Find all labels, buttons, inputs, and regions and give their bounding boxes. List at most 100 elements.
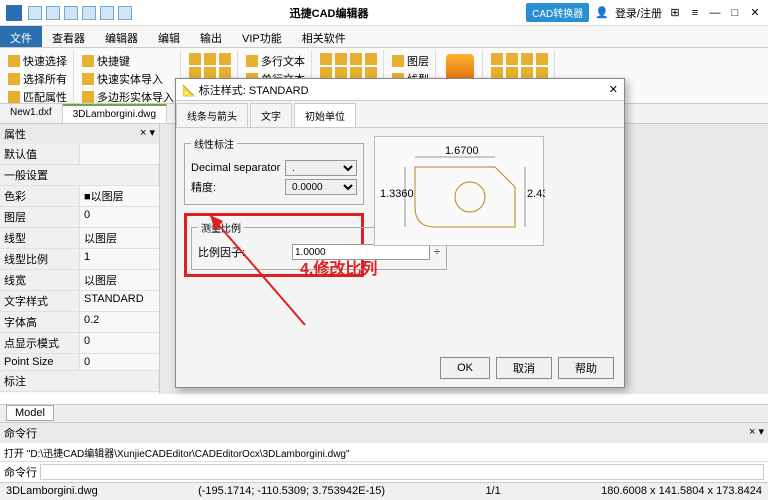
cmd-input[interactable]	[40, 464, 764, 480]
dim-icon[interactable]	[365, 53, 377, 65]
dimstyle-dialog: 📐 标注样式: STANDARD ✕ 线条与箭头 文字 初始单位 线性标注 De…	[175, 78, 625, 388]
cmd-title: 命令行	[4, 425, 37, 441]
general-section[interactable]: 一般设置	[0, 165, 159, 185]
key-icon	[82, 55, 94, 67]
shape-icon[interactable]	[204, 53, 216, 65]
spinner-icon[interactable]: ÷	[434, 246, 440, 258]
cancel-button[interactable]: 取消	[496, 357, 552, 379]
scale-legend: 测量比例	[198, 220, 244, 235]
prop-linetype: 线型	[0, 228, 80, 248]
cmd-close-icon[interactable]: × ▾	[749, 425, 764, 441]
prop-color: 色彩	[0, 186, 80, 206]
close-icon[interactable]: ✕	[748, 6, 762, 20]
filetab-lambo[interactable]: 3DLamborgini.dwg	[63, 104, 167, 123]
quick-toolbar	[28, 6, 132, 20]
edit-icon[interactable]	[506, 53, 518, 65]
tab-viewer[interactable]: 查看器	[42, 26, 95, 47]
dim-icon[interactable]	[350, 53, 362, 65]
dlgtab-text[interactable]: 文字	[250, 103, 292, 127]
prop-ltscale: 线型比例	[0, 249, 80, 269]
prop-textstyle-val[interactable]: STANDARD	[80, 291, 159, 311]
prop-pointmode: 点显示模式	[0, 333, 80, 353]
ok-button[interactable]: OK	[440, 357, 490, 379]
decimal-label: Decimal separator	[191, 162, 281, 174]
status-file: 3DLamborgini.dwg	[6, 485, 98, 498]
ribbon-shortcut[interactable]: 快捷键	[82, 52, 174, 70]
ribbon-quickselect[interactable]: 快速选择	[8, 52, 67, 70]
tab-file[interactable]: 文件	[0, 26, 42, 47]
settings-icon[interactable]: ⊞	[668, 6, 682, 20]
annotation-section[interactable]: 标注	[0, 371, 159, 391]
ribbon-selectall[interactable]: 选择所有	[8, 70, 67, 88]
menu-icon[interactable]: ≡	[688, 6, 702, 20]
qa-icon[interactable]	[100, 6, 114, 20]
app-title: 迅捷CAD编辑器	[132, 5, 526, 21]
maximize-icon[interactable]: □	[728, 6, 742, 20]
tab-output[interactable]: 输出	[190, 26, 232, 47]
prop-textstyle: 文字样式	[0, 291, 80, 311]
help-button[interactable]: 帮助	[558, 357, 614, 379]
edit-icon[interactable]	[536, 53, 548, 65]
login-link[interactable]: 登录/注册	[615, 5, 662, 21]
prop-pointsize-val[interactable]: 0	[80, 354, 159, 370]
edit-icon[interactable]	[491, 53, 503, 65]
match-icon	[8, 91, 20, 103]
ribbon-mtext[interactable]: 多行文本	[246, 52, 305, 70]
tab-vip[interactable]: VIP功能	[232, 26, 292, 47]
precision-label: 精度:	[191, 179, 281, 195]
cmd-history: 打开 "D:\迅捷CAD编辑器\XunjieCADEditor\CADEdito…	[0, 443, 768, 461]
tab-related[interactable]: 相关软件	[292, 26, 356, 47]
status-page: 1/1	[485, 485, 500, 498]
select-icon	[8, 55, 20, 67]
factor-label: 比例因子:	[198, 244, 288, 260]
qa-icon[interactable]	[64, 6, 78, 20]
selectall-icon	[8, 73, 20, 85]
tab-editor[interactable]: 编辑器	[95, 26, 148, 47]
filetab-new1[interactable]: New1.dxf	[0, 104, 63, 123]
linear-fieldset: 线性标注 Decimal separator. 精度:0.0000	[184, 136, 364, 205]
ribbon-tabs: 文件 查看器 编辑器 编辑 输出 VIP功能 相关软件	[0, 26, 768, 48]
dim-icon[interactable]	[320, 53, 332, 65]
precision-select[interactable]: 0.0000	[285, 179, 357, 195]
pane-close-icon[interactable]: × ▾	[140, 126, 155, 142]
dlgtab-units[interactable]: 初始单位	[294, 103, 356, 127]
prop-ltscale-val[interactable]: 1	[80, 249, 159, 269]
ribbon-entityimport[interactable]: 快速实体导入	[82, 70, 174, 88]
prop-color-val[interactable]: ■以图层	[80, 186, 159, 206]
dlgtab-lines[interactable]: 线条与箭头	[176, 103, 248, 127]
prop-linetype-val[interactable]: 以图层	[80, 228, 159, 248]
ribbon-polyimport[interactable]: 多边形实体导入	[82, 88, 174, 104]
prop-layer: 图层	[0, 207, 80, 227]
dim-left: 1.3360	[380, 188, 414, 200]
import-icon	[82, 73, 94, 85]
annotation-text: 4.修改比列	[300, 255, 377, 279]
ribbon-matchprops[interactable]: 匹配属性	[8, 88, 67, 104]
prop-pointsize: Point Size	[0, 354, 80, 370]
decimal-select[interactable]: .	[285, 160, 357, 176]
shape-icon[interactable]	[219, 53, 231, 65]
dim-right: 2.4315	[527, 188, 545, 200]
edit-icon[interactable]	[521, 53, 533, 65]
minimize-icon[interactable]: —	[708, 6, 722, 20]
qa-icon[interactable]	[118, 6, 132, 20]
prop-layer-val[interactable]: 0	[80, 207, 159, 227]
dialog-close-icon[interactable]: ✕	[609, 83, 618, 96]
qa-icon[interactable]	[82, 6, 96, 20]
model-tab[interactable]: Model	[6, 405, 54, 421]
layer-icon	[392, 55, 404, 67]
dim-top: 1.6700	[445, 145, 479, 157]
prop-pointmode-val[interactable]: 0	[80, 333, 159, 353]
qa-icon[interactable]	[28, 6, 42, 20]
tab-convert[interactable]: 编辑	[148, 26, 190, 47]
dim-icon[interactable]	[335, 53, 347, 65]
qa-icon[interactable]	[46, 6, 60, 20]
dialog-icon: 📐	[182, 85, 196, 97]
shape-icon[interactable]	[189, 53, 201, 65]
ribbon-layer[interactable]: 图层	[392, 52, 429, 70]
linear-legend: 线性标注	[191, 136, 237, 151]
cad-convert-badge[interactable]: CAD转换器	[526, 3, 589, 22]
prop-lineweight-val[interactable]: 以图层	[80, 270, 159, 290]
prop-textheight-val[interactable]: 0.2	[80, 312, 159, 332]
default-label: 默认值	[0, 144, 80, 164]
user-icon[interactable]: 👤	[595, 6, 609, 19]
